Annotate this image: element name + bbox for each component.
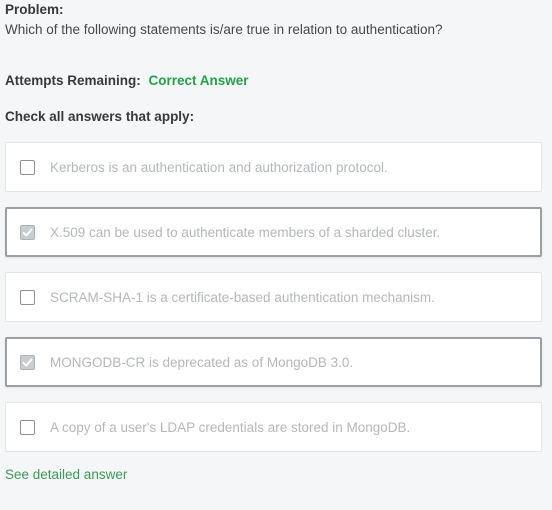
see-detailed-answer-link[interactable]: See detailed answer: [5, 467, 127, 482]
answer-option-2[interactable]: X.509 can be used to authenticate member…: [5, 207, 542, 257]
instructions: Check all answers that apply:: [5, 109, 195, 124]
answer-label-1: Kerberos is an authentication and author…: [50, 159, 388, 175]
answer-label-3: SCRAM-SHA-1 is a certificate-based authe…: [50, 289, 435, 305]
answer-option-1[interactable]: Kerberos is an authentication and author…: [5, 142, 542, 192]
answer-checkbox-2[interactable]: [20, 224, 35, 240]
attempts-status: Correct Answer: [148, 73, 249, 88]
answer-label-5: A copy of a user's LDAP credentials are …: [50, 419, 411, 435]
problem-question: Which of the following statements is/are…: [5, 22, 443, 37]
answer-option-3[interactable]: SCRAM-SHA-1 is a certificate-based authe…: [5, 272, 542, 322]
answer-checkbox-3[interactable]: [20, 289, 35, 305]
answer-list: Kerberos is an authentication and author…: [5, 142, 542, 467]
problem-heading: Problem:: [5, 2, 64, 17]
answer-label-2: X.509 can be used to authenticate member…: [50, 224, 441, 240]
attempts-label: Attempts Remaining:: [5, 73, 141, 88]
answer-option-5[interactable]: A copy of a user's LDAP credentials are …: [5, 402, 542, 452]
check-icon: [22, 228, 33, 236]
answer-label-4: MONGODB-CR is deprecated as of MongoDB 3…: [50, 354, 354, 370]
answer-checkbox-1[interactable]: [20, 159, 35, 175]
check-icon: [22, 358, 33, 366]
answer-checkbox-4[interactable]: [20, 354, 35, 370]
answer-checkbox-5[interactable]: [20, 419, 35, 435]
attempts-row: Attempts Remaining: Correct Answer: [5, 73, 249, 88]
answer-option-4[interactable]: MONGODB-CR is deprecated as of MongoDB 3…: [5, 337, 542, 387]
